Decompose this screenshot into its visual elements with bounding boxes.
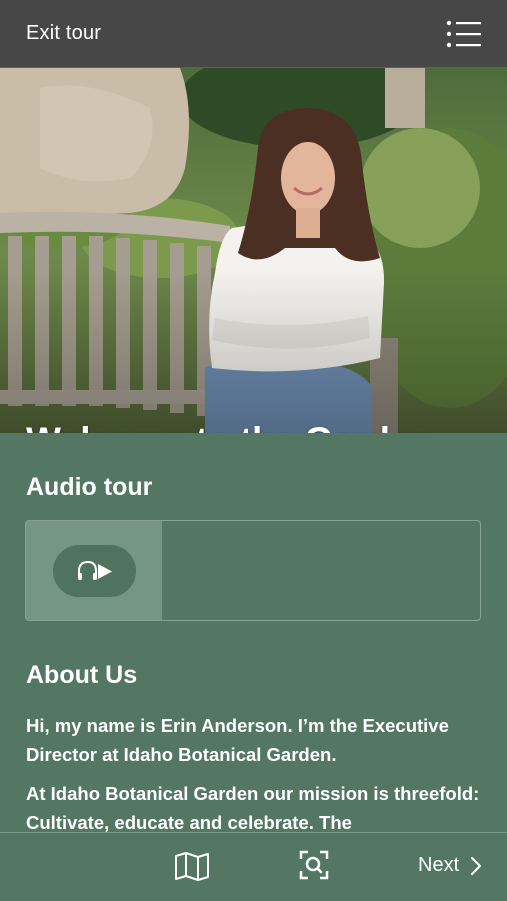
about-paragraph: At Idaho Botanical Garden our mission is… (26, 783, 480, 833)
headphones-play-icon (77, 560, 112, 580)
about-us-heading: About Us (26, 661, 138, 689)
next-button[interactable]: Next (418, 854, 459, 877)
audio-tour-heading: Audio tour (26, 473, 153, 501)
chevron-right-icon[interactable] (470, 856, 482, 876)
about-paragraph: Hi, my name is Erin Anderson. I’m the Ex… (26, 715, 449, 765)
bottom-bar: Next (0, 832, 507, 901)
hero-image: Welcome to the Garden (0, 68, 507, 433)
audio-player[interactable] (25, 520, 481, 621)
scan-search-icon[interactable] (299, 850, 329, 880)
hero-title: Welcome to the Garden (26, 420, 433, 433)
hero-photo (0, 68, 507, 433)
audio-thumbnail (26, 521, 162, 620)
exit-tour-button[interactable]: Exit tour (26, 22, 101, 45)
play-audio-button[interactable] (53, 545, 136, 597)
list-menu-icon[interactable] (446, 19, 482, 49)
top-bar: Exit tour (0, 0, 507, 68)
map-icon[interactable] (174, 851, 210, 881)
about-text: Hi, my name is Erin Anderson. I’m the Ex… (26, 711, 481, 847)
